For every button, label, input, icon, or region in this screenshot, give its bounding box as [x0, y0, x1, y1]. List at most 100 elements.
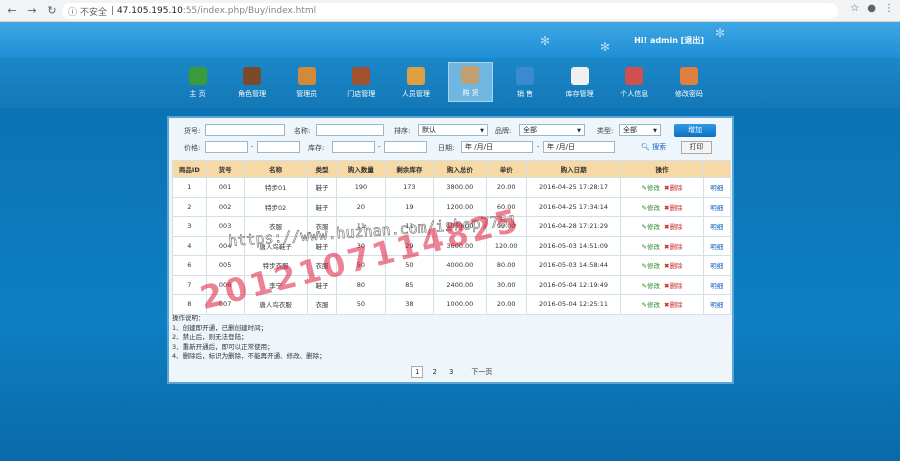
column-header: 购入总价	[433, 160, 487, 178]
edit-button[interactable]: ✎修改	[642, 204, 660, 212]
stock-min-input[interactable]	[332, 141, 375, 153]
delete-button[interactable]: ✖删除	[664, 184, 682, 192]
brand-select[interactable]: 全部	[519, 124, 585, 136]
detail-link[interactable]: 明细	[710, 204, 723, 212]
price-min-input[interactable]	[205, 141, 248, 153]
table-cell: 7	[172, 274, 207, 295]
table-cell: 190	[336, 177, 386, 198]
forward-icon[interactable]: →	[24, 3, 40, 19]
name-input[interactable]	[316, 124, 384, 136]
edit-button[interactable]: ✎修改	[642, 223, 660, 231]
price-max-input[interactable]	[257, 141, 300, 153]
bookmark-star-icon[interactable]: ☆	[850, 3, 859, 14]
info-icon[interactable]: ⓘ	[68, 5, 77, 18]
detail-link[interactable]: 明细	[710, 282, 723, 290]
back-icon[interactable]: ←	[4, 3, 20, 19]
table-cell: 20	[336, 196, 386, 217]
delete-button[interactable]: ✖删除	[664, 282, 682, 290]
account-icon[interactable]: ●	[867, 3, 876, 14]
nav-item-8[interactable]: 个人信息	[612, 58, 657, 108]
nav-item-2[interactable]: 管理员	[284, 58, 329, 108]
date-from-input[interactable]: 年 /月/日	[461, 141, 533, 153]
column-header: 类型	[306, 160, 338, 178]
stock-max-input[interactable]	[384, 141, 427, 153]
nav-item-3[interactable]: 门店管理	[339, 58, 384, 108]
detail-cell: 明细	[702, 274, 732, 295]
table-cell: 2016-05-04 12:19:49	[525, 274, 622, 295]
nav-item-6[interactable]: 销 售	[503, 58, 548, 108]
pagination: 1 2 3 下一页	[411, 366, 495, 378]
table-cell: 2016-05-03 14:58:44	[525, 255, 622, 276]
nav-item-label: 库存管理	[565, 90, 594, 98]
type-select[interactable]: 全部	[619, 124, 661, 136]
table-cell: 80.00	[485, 255, 527, 276]
search-button[interactable]: 🔍︎ 搜索	[641, 142, 666, 152]
table-cell: 002	[205, 196, 245, 217]
nav-item-4[interactable]: 人员管理	[393, 58, 438, 108]
security-label: 不安全	[80, 7, 108, 18]
table-cell: 001	[205, 177, 245, 198]
delete-button[interactable]: ✖删除	[664, 204, 682, 212]
table-cell: 20.00	[485, 294, 527, 315]
next-page-link[interactable]: 下一页	[468, 366, 495, 378]
table-header-row: 商品ID 货号 名称 类型 购入数量 剩余库存 购入总价 单价 购入日期 操作	[172, 160, 732, 178]
detail-link[interactable]: 明细	[710, 243, 723, 251]
nav-item-1[interactable]: 角色管理	[230, 58, 275, 108]
table-cell: 特步衣服	[243, 255, 308, 276]
note-line: 操作说明：	[172, 314, 205, 322]
detail-link[interactable]: 明细	[710, 223, 723, 231]
detail-link[interactable]: 明细	[710, 262, 723, 270]
table-cell: 50	[336, 294, 386, 315]
edit-label: 修改	[646, 262, 660, 271]
table-cell: 特步01	[243, 177, 308, 198]
nav-item-label: 购 货	[462, 89, 479, 97]
reload-icon[interactable]: ↻	[44, 3, 60, 19]
delete-button[interactable]: ✖删除	[664, 301, 682, 309]
row-actions: ✎修改 ✖删除	[620, 274, 704, 295]
delete-button[interactable]: ✖删除	[664, 223, 682, 231]
sku-input[interactable]	[205, 124, 285, 136]
edit-button[interactable]: ✎修改	[642, 243, 660, 251]
welcome-text[interactable]: Hi! admin [退出]	[634, 35, 704, 46]
nav-item-9[interactable]: 修改密码	[666, 58, 711, 108]
page-link[interactable]: 3	[446, 367, 456, 377]
table-cell: 衣服	[306, 294, 338, 315]
note-line: 1、创建即开通，已删创建时间；	[172, 323, 268, 332]
sort-select[interactable]: 默认	[418, 124, 488, 136]
table-cell: 80	[336, 274, 386, 295]
edit-button[interactable]: ✎修改	[642, 262, 660, 270]
address-bar[interactable]: ⓘ 不安全 | 47.105.195.10 :55 /index.php/Buy…	[62, 3, 838, 19]
detail-cell: 明细	[702, 294, 732, 315]
date-to-input[interactable]: 年 /月/日	[543, 141, 615, 153]
table-cell: 19	[384, 196, 435, 217]
nav-item-0[interactable]: 主 页	[175, 58, 220, 108]
date-label: 日期:	[438, 144, 455, 152]
menu-icon[interactable]: ⋮	[884, 3, 894, 14]
table-cell: 唐人鸟鞋子	[243, 235, 308, 256]
add-button[interactable]: 增加	[674, 124, 716, 137]
nav-item-7[interactable]: 库存管理	[557, 58, 602, 108]
operation-notes: 操作说明： 1、创建即开通，已删创建时间； 2、禁止后，则无法登陆； 3、重新开通后，…	[172, 314, 326, 362]
page-link[interactable]: 1	[411, 366, 424, 378]
edit-button[interactable]: ✎修改	[642, 301, 660, 309]
column-header: 单价	[485, 160, 527, 178]
table-cell: 007	[205, 294, 245, 315]
table-row: 3 003 衣服 衣服 11 11 1089.00 99.00 2016-04-28 17:21…	[172, 216, 732, 237]
delete-label: 删除	[669, 203, 683, 212]
nav-item-5[interactable]: 购 货	[447, 62, 493, 102]
search-label: 搜索	[652, 143, 667, 151]
edit-button[interactable]: ✎修改	[642, 282, 660, 290]
stock-dash: -	[378, 143, 381, 151]
delete-button[interactable]: ✖删除	[664, 243, 682, 251]
delete-button[interactable]: ✖删除	[664, 262, 682, 270]
detail-link[interactable]: 明细	[710, 301, 723, 309]
column-header	[702, 160, 732, 178]
page-link[interactable]: 2	[429, 367, 439, 377]
detail-link[interactable]: 明细	[710, 184, 723, 192]
dandelion-deco-icon: ✻	[600, 40, 611, 54]
table-cell: 李宁	[243, 274, 308, 295]
table-cell: 2016-04-28 17:21:29	[525, 216, 622, 237]
edit-button[interactable]: ✎修改	[642, 184, 660, 192]
print-button[interactable]: 打印	[681, 141, 712, 154]
table-cell: 1	[172, 177, 207, 198]
